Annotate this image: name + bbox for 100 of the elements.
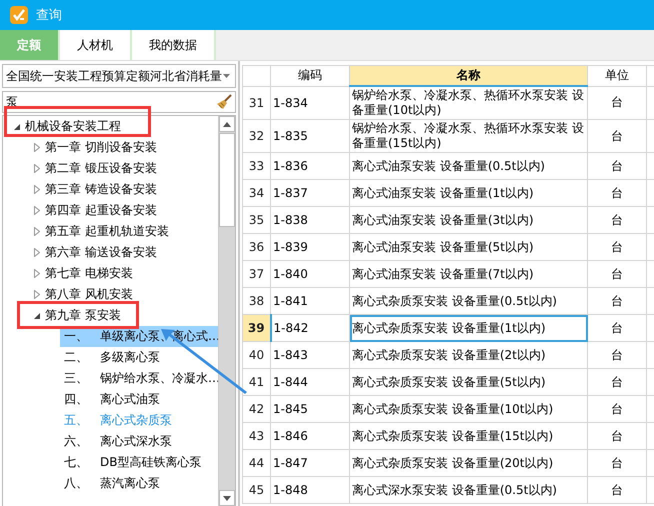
code-cell: 1-848 (270, 476, 350, 504)
name-cell: 离心式深水泵安装 设备重量(0.5t以内) (350, 476, 588, 504)
collapsed-triangle-icon[interactable] (34, 290, 40, 299)
name-cell: 离心式杂质泵安装 设备重量(5t以内) (350, 368, 588, 396)
section-label: 多级离心泵 (100, 349, 160, 366)
expanded-triangle-icon[interactable] (34, 312, 40, 318)
row-number: 36 (242, 234, 270, 260)
expanded-triangle-icon[interactable] (14, 124, 20, 130)
row-number: 33 (242, 152, 270, 180)
section-label: 离心式杂质泵 (100, 412, 172, 429)
up-arrow-icon (223, 122, 231, 126)
collapsed-triangle-icon[interactable] (34, 269, 40, 278)
code-cell: 1-837 (270, 180, 350, 206)
row-number: 39 (242, 314, 270, 342)
broom-icon[interactable] (216, 94, 232, 110)
unit-cell: 台 (588, 180, 646, 206)
tree-item[interactable]: 第四章 起重设备安装 (43, 201, 159, 220)
unit-cell: 台 (588, 368, 646, 396)
unit-cell: 台 (588, 314, 646, 342)
tree-item[interactable]: 第九章 泵安装 (43, 306, 123, 325)
tree-item[interactable]: 第七章 电梯安装 (43, 264, 135, 283)
name-cell: 离心式杂质泵安装 设备重量(20t以内) (350, 450, 588, 476)
dropdown-value: 全国统一安装工程预算定额河北省消耗量 (6, 68, 222, 84)
tree-item[interactable]: 二、 多级离心泵 (60, 347, 218, 368)
collapsed-triangle-icon[interactable] (34, 227, 40, 236)
code-cell: 1-838 (270, 206, 350, 234)
unit-cell: 台 (588, 342, 646, 368)
code-cell: 1-844 (270, 368, 350, 396)
tree-item[interactable]: 四、 离心式油泵 (60, 389, 218, 410)
tree-item[interactable]: 第二章 锻压设备安装 (43, 159, 159, 178)
tree-item[interactable]: 第八章 风机安装 (43, 285, 135, 304)
code-cell: 1-840 (270, 260, 350, 288)
section-label: 蒸汽离心泵 (100, 475, 160, 492)
name-cell: 锅炉给水泵、冷凝水泵、热循环水泵安装 设备重量(10t以内) (350, 86, 588, 120)
section-number: 八、 (64, 475, 88, 492)
tree-item[interactable]: 机械设备安装工程 (23, 117, 123, 136)
unit-cell: 台 (588, 476, 646, 504)
name-cell: 离心式油泵安装 设备重量(1t以内) (350, 180, 588, 206)
row-number: 44 (242, 450, 270, 476)
code-cell: 1-845 (270, 396, 350, 422)
tree-item[interactable]: 第一章 切削设备安装 (43, 138, 159, 157)
scroll-down-button[interactable] (219, 490, 235, 506)
library-dropdown[interactable]: 全国统一安装工程预算定额河北省消耗量 (2, 64, 236, 88)
code-cell: 1-841 (270, 288, 350, 314)
tab[interactable]: 我的数据 (132, 30, 216, 60)
unit-cell: 台 (588, 288, 646, 314)
collapsed-triangle-icon[interactable] (34, 248, 40, 257)
row-number: 32 (242, 120, 270, 152)
name-cell: 锅炉给水泵、冷凝水泵、热循环水泵安装 设备重量(15t以内) (350, 120, 588, 152)
unit-cell: 台 (588, 206, 646, 234)
collapsed-triangle-icon[interactable] (34, 206, 40, 215)
section-label: 离心式深水泵 (100, 433, 172, 450)
name-cell: 离心式杂质泵安装 设备重量(0.5t以内) (350, 288, 588, 314)
name-cell: 离心式杂质泵安装 设备重量(2t以内) (350, 342, 588, 368)
row-number: 42 (242, 396, 270, 422)
section-label: DB型高硅铁离心泵 (100, 454, 202, 471)
section-number: 五、 (64, 412, 88, 429)
name-cell: 离心式油泵安装 设备重量(0.5t以内) (350, 152, 588, 180)
collapsed-triangle-icon[interactable] (34, 185, 40, 194)
code-cell: 1-842 (270, 314, 350, 342)
scroll-up-button[interactable] (219, 116, 235, 132)
tree-item[interactable]: 第六章 输送设备安装 (43, 243, 159, 262)
unit-cell: 台 (588, 86, 646, 120)
code-cell: 1-836 (270, 152, 350, 180)
tree-item[interactable]: 第五章 起重机轨道安装 (43, 222, 171, 241)
column-header[interactable]: 单位 (588, 66, 646, 86)
tree-item[interactable]: 第三章 铸造设备安装 (43, 180, 159, 199)
unit-cell: 台 (588, 152, 646, 180)
column-header[interactable]: 编码 (270, 66, 350, 86)
name-cell: 离心式杂质泵安装 设备重量(1t以内) (350, 314, 588, 342)
app-logo-icon (10, 6, 28, 24)
tab[interactable]: 人材机 (60, 30, 132, 60)
collapsed-triangle-icon[interactable] (34, 164, 40, 173)
section-label: 离心式油泵 (100, 391, 160, 408)
column-header[interactable]: 名称 (350, 66, 588, 86)
name-cell: 离心式杂质泵安装 设备重量(15t以内) (350, 422, 588, 450)
dropdown-caret-icon (223, 74, 230, 78)
code-cell: 1-847 (270, 450, 350, 476)
section-number: 四、 (64, 391, 88, 408)
name-cell: 离心式杂质泵安装 设备重量(10t以内) (350, 396, 588, 422)
code-cell: 1-846 (270, 422, 350, 450)
section-number: 三、 (64, 370, 88, 387)
unit-cell: 台 (588, 422, 646, 450)
name-cell: 离心式油泵安装 设备重量(3t以内) (350, 206, 588, 234)
unit-cell: 台 (588, 396, 646, 422)
code-cell: 1-835 (270, 120, 350, 152)
window-title: 查询 (36, 7, 62, 24)
unit-cell: 台 (588, 260, 646, 288)
tree-item[interactable]: 八、 蒸汽离心泵 (60, 473, 218, 494)
tree-item[interactable]: 五、 离心式杂质泵 (60, 410, 218, 431)
collapsed-triangle-icon[interactable] (34, 143, 40, 152)
code-cell: 1-839 (270, 234, 350, 260)
unit-cell: 台 (588, 234, 646, 260)
tree-item[interactable]: 六、 离心式深水泵 (60, 431, 218, 452)
section-number: 六、 (64, 433, 88, 450)
row-number: 35 (242, 206, 270, 234)
tree-item[interactable]: 七、 DB型高硅铁离心泵 (60, 452, 218, 473)
down-arrow-icon (223, 496, 231, 500)
unit-cell: 台 (588, 450, 646, 476)
scrollbar-thumb[interactable] (219, 133, 235, 227)
